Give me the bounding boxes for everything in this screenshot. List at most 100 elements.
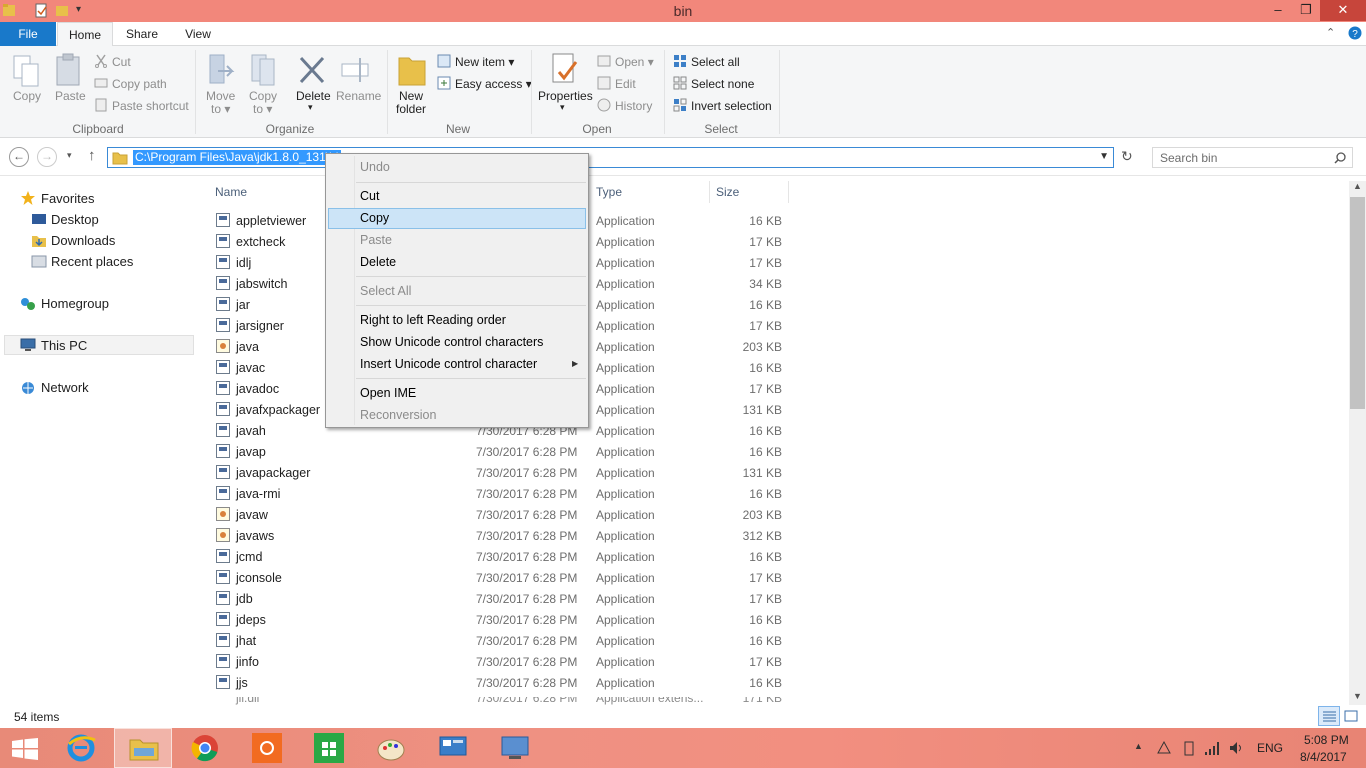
easy-access-button[interactable]: Easy access ▾: [455, 77, 532, 91]
open-button[interactable]: Open ▾: [615, 55, 654, 69]
menu-select-all[interactable]: Select All: [360, 284, 411, 298]
menu-show-unicode[interactable]: Show Unicode control characters: [360, 335, 543, 349]
up-arrow-icon[interactable]: ↑: [88, 147, 96, 164]
taskbar-app-orange[interactable]: [238, 728, 296, 768]
nav-recent-places[interactable]: Recent places: [51, 254, 133, 269]
paste-shortcut-button[interactable]: Paste shortcut: [112, 99, 189, 113]
vertical-scrollbar[interactable]: ▲ ▼: [1349, 181, 1366, 705]
delete-dropdown-icon[interactable]: ▾: [308, 102, 313, 113]
menu-undo[interactable]: Undo: [360, 160, 390, 174]
clock-date[interactable]: 8/4/2017: [1300, 750, 1347, 764]
column-name[interactable]: Name: [215, 185, 247, 199]
show-hidden-icons[interactable]: ▲: [1134, 741, 1143, 751]
file-row[interactable]: jdeps 7/30/2017 6:28 PM Application 16 KB: [214, 609, 794, 630]
tab-file[interactable]: File: [0, 22, 56, 46]
paste-button[interactable]: Paste: [55, 89, 86, 103]
menu-insert-unicode[interactable]: Insert Unicode control character: [360, 357, 537, 371]
clock-time[interactable]: 5:08 PM: [1304, 733, 1349, 747]
history-button[interactable]: History: [615, 99, 652, 113]
move-to-button[interactable]: Move: [206, 89, 235, 103]
file-row[interactable]: jconsole 7/30/2017 6:28 PM Application 17 K…: [214, 567, 794, 588]
collapse-ribbon-icon[interactable]: ⌃: [1326, 26, 1335, 39]
scroll-down-icon[interactable]: ▼: [1353, 691, 1362, 701]
search-icon[interactable]: [1334, 152, 1346, 164]
nav-network[interactable]: Network: [41, 380, 89, 395]
nav-this-pc[interactable]: This PC: [41, 338, 87, 353]
file-row[interactable]: jdb 7/30/2017 6:28 PM Application 17 KB: [214, 588, 794, 609]
properties-button[interactable]: Properties: [538, 89, 593, 103]
close-button[interactable]: ✕: [1320, 0, 1366, 21]
delete-button[interactable]: Delete: [296, 89, 331, 103]
file-size: 16 KB: [749, 676, 782, 690]
back-button[interactable]: ←: [9, 147, 29, 167]
tab-view[interactable]: View: [177, 22, 219, 46]
taskbar-store[interactable]: [300, 728, 358, 768]
scroll-up-icon[interactable]: ▲: [1353, 181, 1362, 191]
rename-icon: [341, 58, 369, 82]
invert-selection-button[interactable]: Invert selection: [691, 99, 772, 113]
address-bar[interactable]: C:\Program Files\Java\jdk1.8.0_131\bin ▼: [107, 147, 1114, 168]
file-row[interactable]: jinfo 7/30/2017 6:28 PM Application 17 KB: [214, 651, 794, 672]
cut-button[interactable]: Cut: [112, 55, 131, 69]
copy-button[interactable]: Copy: [13, 89, 41, 103]
large-icons-view-icon[interactable]: [1344, 710, 1358, 722]
taskbar-chrome[interactable]: [176, 728, 234, 768]
file-type: Application: [596, 634, 655, 648]
volume-icon[interactable]: [1228, 740, 1244, 756]
nav-favorites[interactable]: Favorites: [41, 191, 94, 206]
file-row[interactable]: jjs 7/30/2017 6:28 PM Application 16 KB: [214, 672, 794, 693]
maximize-button[interactable]: ❐: [1292, 0, 1320, 21]
taskbar-control-panel[interactable]: [424, 728, 482, 768]
tab-share[interactable]: Share: [120, 22, 164, 46]
file-row[interactable]: javaws 7/30/2017 6:28 PM Application 312 KB: [214, 525, 794, 546]
battery-icon[interactable]: [1184, 740, 1194, 756]
address-path[interactable]: C:\Program Files\Java\jdk1.8.0_131\bin: [133, 150, 341, 165]
taskbar-file-explorer[interactable]: [114, 728, 172, 768]
tab-home[interactable]: Home: [57, 22, 113, 47]
recent-locations-icon[interactable]: ▾: [67, 150, 72, 161]
menu-rtl-reading-order[interactable]: Right to left Reading order: [360, 313, 506, 327]
menu-paste[interactable]: Paste: [360, 233, 392, 247]
details-view-button[interactable]: [1318, 706, 1340, 726]
minimize-button[interactable]: –: [1264, 0, 1292, 21]
scroll-thumb[interactable]: [1350, 197, 1365, 409]
select-all-button[interactable]: Select all: [691, 55, 740, 69]
start-icon[interactable]: [12, 738, 38, 760]
menu-copy[interactable]: Copy: [360, 211, 389, 225]
help-icon[interactable]: ?: [1348, 26, 1362, 40]
file-row[interactable]: javaw 7/30/2017 6:28 PM Application 203 KB: [214, 504, 794, 525]
new-item-button[interactable]: New item ▾: [455, 55, 514, 69]
nav-desktop[interactable]: Desktop: [51, 212, 99, 227]
file-row[interactable]: java-rmi 7/30/2017 6:28 PM Application 16 K…: [214, 483, 794, 504]
file-row[interactable]: javap 7/30/2017 6:28 PM Application 16 KB: [214, 441, 794, 462]
taskbar-network-app[interactable]: [486, 728, 544, 768]
select-none-button[interactable]: Select none: [691, 77, 754, 91]
nav-downloads[interactable]: Downloads: [51, 233, 115, 248]
refresh-icon[interactable]: ↻: [1121, 148, 1133, 165]
menu-reconversion[interactable]: Reconversion: [360, 408, 436, 422]
edit-button[interactable]: Edit: [615, 77, 636, 91]
forward-button[interactable]: →: [37, 147, 57, 167]
nav-homegroup[interactable]: Homegroup: [41, 296, 109, 311]
taskbar-paint[interactable]: [362, 728, 420, 768]
file-name: jdb: [236, 592, 253, 606]
action-center-icon[interactable]: [1156, 740, 1172, 756]
copy-to-button[interactable]: Copy: [249, 89, 277, 103]
menu-cut[interactable]: Cut: [360, 189, 379, 203]
file-row[interactable]: jcmd 7/30/2017 6:28 PM Application 16 KB: [214, 546, 794, 567]
file-row[interactable]: javapackager 7/30/2017 6:28 PM Application…: [214, 462, 794, 483]
signal-icon[interactable]: [1204, 740, 1220, 756]
menu-open-ime[interactable]: Open IME: [360, 386, 416, 400]
rename-button[interactable]: Rename: [336, 89, 381, 103]
taskbar-ie[interactable]: [52, 728, 110, 768]
column-type[interactable]: Type: [596, 185, 622, 199]
menu-delete[interactable]: Delete: [360, 255, 396, 269]
column-size[interactable]: Size: [716, 185, 739, 199]
address-dropdown-icon[interactable]: ▼: [1099, 151, 1109, 162]
properties-dropdown-icon[interactable]: ▾: [560, 102, 565, 113]
search-input[interactable]: Search bin: [1152, 147, 1353, 168]
new-folder-button[interactable]: New: [399, 89, 423, 103]
copy-path-button[interactable]: Copy path: [112, 77, 167, 91]
file-row[interactable]: jhat 7/30/2017 6:28 PM Application 16 KB: [214, 630, 794, 651]
language-indicator[interactable]: ENG: [1257, 741, 1283, 755]
